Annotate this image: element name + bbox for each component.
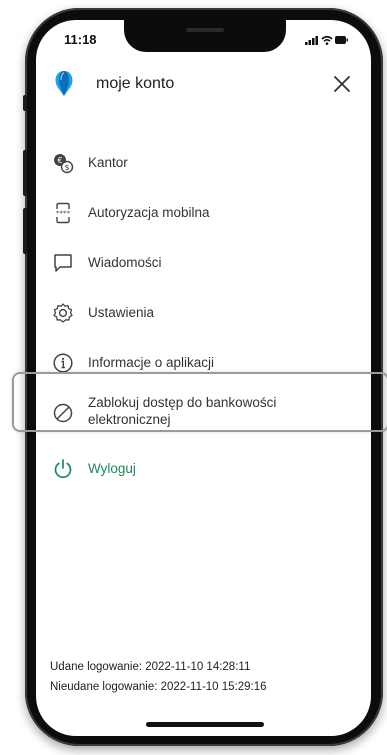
home-indicator[interactable] — [146, 722, 264, 727]
menu-item-autoryzacja-mobilna[interactable]: **** Autoryzacja mobilna — [36, 190, 371, 236]
currency-exchange-icon: € $ — [52, 152, 74, 174]
phone-volume-up — [23, 150, 27, 196]
phone-volume-down — [23, 208, 27, 254]
svg-text:$: $ — [64, 163, 69, 172]
menu-item-label: Ustawienia — [88, 305, 155, 320]
menu-item-label: Informacje o aplikacji — [88, 355, 215, 370]
message-icon — [52, 252, 74, 274]
status-icons — [305, 33, 349, 45]
signal-wifi-battery-icon — [305, 35, 348, 45]
header: moje konto — [36, 60, 371, 110]
successful-login-text: Udane logowanie: 2022-11-10 14:28:11 — [50, 661, 251, 673]
phone-side-button — [23, 95, 27, 111]
info-icon — [52, 352, 74, 374]
menu-item-ustawienia[interactable]: Ustawienia — [36, 290, 371, 336]
svg-text:€: € — [57, 156, 62, 165]
login-history: Udane logowanie: 2022-11-10 14:28:11 Nie… — [50, 657, 267, 697]
speaker — [186, 28, 224, 32]
menu-item-wiadomosci[interactable]: Wiadomości — [36, 240, 371, 286]
phone-notch — [124, 20, 286, 52]
status-time: 11:18 — [64, 32, 97, 47]
menu-item-label: Kantor — [88, 155, 128, 170]
power-icon — [52, 458, 74, 480]
menu-item-wyloguj[interactable]: Wyloguj — [36, 446, 371, 492]
mobile-authorization-icon: **** — [52, 202, 74, 224]
page-title: moje konto — [96, 75, 175, 92]
menu-item-label: Wyloguj — [88, 461, 136, 476]
menu-item-kantor[interactable]: € $ Kantor — [36, 140, 371, 186]
menu-item-label: Wiadomości — [88, 255, 162, 270]
highlight-frame — [12, 372, 387, 432]
close-icon[interactable] — [329, 71, 355, 97]
bank-logo-icon — [54, 70, 74, 103]
svg-text:****: **** — [56, 210, 71, 218]
failed-login-text: Nieudane logowanie: 2022-11-10 15:29:16 — [50, 681, 267, 693]
gear-icon — [52, 302, 74, 324]
menu-item-label: Autoryzacja mobilna — [88, 205, 210, 220]
